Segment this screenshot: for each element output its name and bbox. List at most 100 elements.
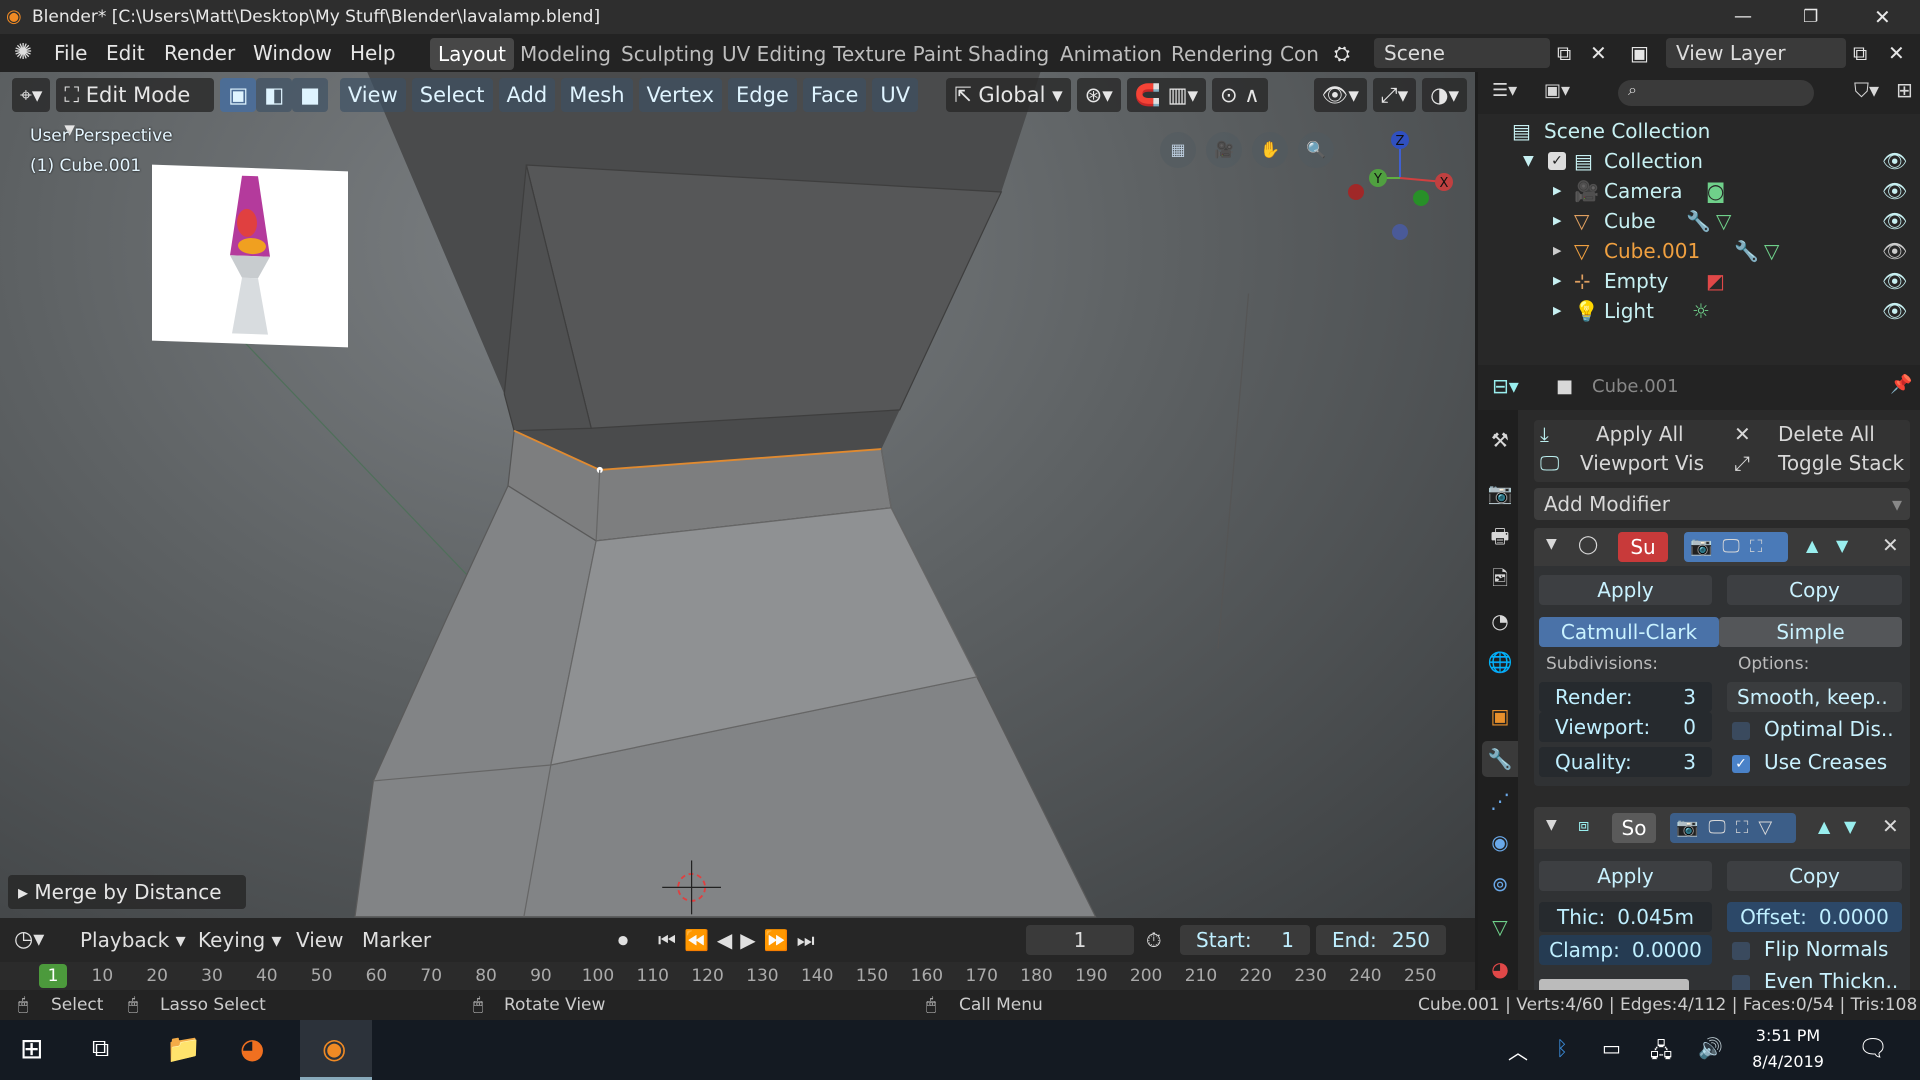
gizmo-icon[interactable]: ⤢▾	[1372, 78, 1417, 112]
zoom-icon[interactable]: 🔍	[1298, 132, 1334, 168]
new-scene-icon[interactable]: ⧉	[1557, 34, 1571, 72]
visibility-toggles[interactable]: 📷🖵⛶▽	[1670, 813, 1796, 843]
tab-uv-editing[interactable]: UV Editing	[714, 38, 834, 70]
modifier-tab-icon[interactable]: 🔧	[1482, 741, 1518, 777]
copy-button[interactable]: Copy	[1727, 575, 1902, 605]
task-view-icon[interactable]: ⧉	[92, 1034, 109, 1062]
tab-compositing[interactable]: Con	[1272, 38, 1318, 70]
vertex-select-mode-icon[interactable]: ▣	[220, 78, 257, 112]
view-layer-icon[interactable]: ▣	[1630, 34, 1649, 72]
minimize-icon[interactable]: —	[1734, 0, 1752, 34]
tab-rendering[interactable]: Rendering	[1163, 38, 1281, 70]
toggle-stack-button[interactable]: Toggle Stack	[1778, 451, 1904, 475]
apply-all-button[interactable]: Apply All	[1596, 422, 1684, 446]
editor-type-icon[interactable]: ⊟▾	[1492, 374, 1519, 398]
volume-icon[interactable]: 🔊	[1698, 1036, 1723, 1060]
apply-button[interactable]: Apply	[1539, 861, 1712, 891]
move-down-icon[interactable]: ▼	[1836, 536, 1848, 555]
editor-type-icon[interactable]: ⌖▾	[12, 78, 51, 112]
clock-time[interactable]: 3:51 PM	[1752, 1026, 1824, 1045]
physics-tab-icon[interactable]: ◉	[1482, 824, 1518, 860]
move-down-icon[interactable]: ▼	[1844, 817, 1856, 836]
catmull-clark-option[interactable]: Catmull-Clark	[1539, 617, 1719, 647]
eye-icon[interactable]: 👁	[1882, 206, 1907, 236]
menu-keying[interactable]: Keying ▾	[192, 918, 288, 962]
outliner-collection[interactable]: ▼ ✓ ▤ Collection 👁	[1478, 146, 1920, 176]
edge-select-mode-icon[interactable]: ◧	[256, 78, 293, 112]
tool-tab-icon[interactable]: ⚒	[1482, 422, 1518, 458]
menu-vertex[interactable]: Vertex	[638, 78, 723, 112]
collapse-icon[interactable]: ▼	[1546, 536, 1557, 552]
apply-button[interactable]: Apply	[1539, 575, 1712, 605]
menu-select[interactable]: Select	[411, 78, 493, 112]
world-tab-icon[interactable]: 🌐	[1482, 644, 1518, 680]
navigation-gizmo[interactable]: Z Y X	[1330, 122, 1470, 252]
viewport-vis-button[interactable]: Viewport Vis	[1580, 451, 1704, 475]
menu-view[interactable]: View	[296, 918, 343, 962]
firefox-icon[interactable]: ◕	[240, 1032, 264, 1065]
new-collection-icon[interactable]: ⊞	[1896, 78, 1913, 102]
menu-uv[interactable]: UV	[872, 78, 919, 112]
scene-selector[interactable]: Scene	[1374, 38, 1550, 68]
network-icon[interactable]: 🖧	[1650, 1036, 1672, 1070]
tab-layout[interactable]: Layout	[430, 38, 514, 70]
outliner-scene-collection[interactable]: ▤ Scene Collection	[1478, 116, 1920, 146]
output-tab-icon[interactable]: 🖶	[1482, 518, 1518, 554]
clamp-field[interactable]: Clamp: 0.0000	[1539, 935, 1712, 965]
outliner-item-light[interactable]: ▶ 💡 Light ☼ 👁	[1478, 296, 1920, 326]
display-mode-icon[interactable]: ▣▾	[1544, 80, 1570, 101]
snap-icon[interactable]: 🧲 ▥▾	[1126, 78, 1206, 112]
menu-file[interactable]: File	[54, 34, 87, 72]
thickness-field[interactable]: Thic: 0.045m	[1539, 902, 1712, 932]
menu-help[interactable]: Help	[350, 34, 396, 72]
outliner-search-input[interactable]: ⌕	[1618, 80, 1814, 106]
battery-icon[interactable]: ▭	[1602, 1036, 1621, 1060]
menu-view[interactable]: View	[339, 78, 406, 112]
blender-menu-icon[interactable]: ✺	[14, 34, 32, 72]
pan-hand-icon[interactable]: ✋	[1252, 132, 1288, 168]
modifier-name-field[interactable]: Su	[1618, 532, 1668, 562]
uv-smooth-dropdown[interactable]: Smooth, keep..	[1727, 682, 1902, 712]
eye-icon[interactable]: 👁	[1882, 146, 1907, 176]
quality-field[interactable]: Quality: 3	[1539, 747, 1712, 777]
view-layer-tab-icon[interactable]: 🖻	[1482, 560, 1518, 596]
windows-start-icon[interactable]: ⊞	[20, 1032, 43, 1065]
outliner-item-cube[interactable]: ▶ ▽ Cube 🔧 ▽ 👁	[1478, 206, 1920, 236]
restore-icon[interactable]: ❐	[1803, 0, 1818, 34]
notifications-icon[interactable]: 🗨	[1858, 1034, 1888, 1062]
menu-window[interactable]: Window	[253, 34, 332, 72]
offset-field[interactable]: Offset: 0.0000	[1727, 902, 1902, 932]
render-levels-field[interactable]: Render: 3	[1539, 682, 1712, 712]
remove-modifier-icon[interactable]: ✕	[1882, 814, 1899, 838]
filter-icon[interactable]: ⛉▾	[1854, 78, 1879, 102]
pin-icon[interactable]: 📌	[1890, 374, 1912, 395]
tray-chevron-icon[interactable]: ︿	[1508, 1036, 1528, 1065]
modifier-name-field[interactable]: So	[1612, 813, 1656, 843]
tab-modeling[interactable]: Modeling	[512, 38, 619, 70]
orientation-selector[interactable]: ⇱ Global ▾	[946, 78, 1071, 112]
constraints-tab-icon[interactable]: ⊚	[1482, 866, 1518, 902]
menu-playback[interactable]: Playback ▾	[72, 918, 194, 962]
outliner-item-empty[interactable]: ▶ ⊹ Empty ◩ 👁	[1478, 266, 1920, 296]
menu-face[interactable]: Face	[802, 78, 867, 112]
eye-icon[interactable]: 👁	[1882, 176, 1907, 206]
mesh-data-tab-icon[interactable]: ▽	[1482, 909, 1518, 945]
outliner-item-cube-001[interactable]: ▶ ▽ Cube.001 🔧 ▽ 👁	[1478, 236, 1920, 266]
viewport-levels-field[interactable]: Viewport: 0	[1539, 712, 1712, 742]
add-modifier-dropdown[interactable]: Add Modifier ▾	[1534, 488, 1910, 520]
use-creases-checkbox[interactable]: ✓	[1732, 755, 1750, 773]
tab-texture-paint[interactable]: Texture Paint	[825, 38, 970, 70]
copy-button[interactable]: Copy	[1727, 861, 1902, 891]
last-operator-panel[interactable]: ▸ Merge by Distance	[8, 875, 246, 909]
menu-marker[interactable]: Marker	[362, 918, 431, 962]
remove-view-layer-icon[interactable]: ✕	[1888, 34, 1905, 72]
overlay-icon[interactable]: ◑▾	[1422, 78, 1468, 112]
tab-sculpting[interactable]: Sculpting	[613, 38, 722, 70]
blender-taskbar-button[interactable]: ◉	[300, 1020, 372, 1080]
record-icon[interactable]: ⏺	[618, 918, 628, 962]
file-explorer-icon[interactable]: 📁	[166, 1032, 201, 1065]
menu-edit[interactable]: Edit	[106, 34, 145, 72]
tab-shading[interactable]: Shading	[960, 38, 1057, 70]
proportional-edit-icon[interactable]: ⊙ ∧	[1212, 78, 1268, 112]
optimal-display-checkbox[interactable]	[1732, 722, 1750, 740]
